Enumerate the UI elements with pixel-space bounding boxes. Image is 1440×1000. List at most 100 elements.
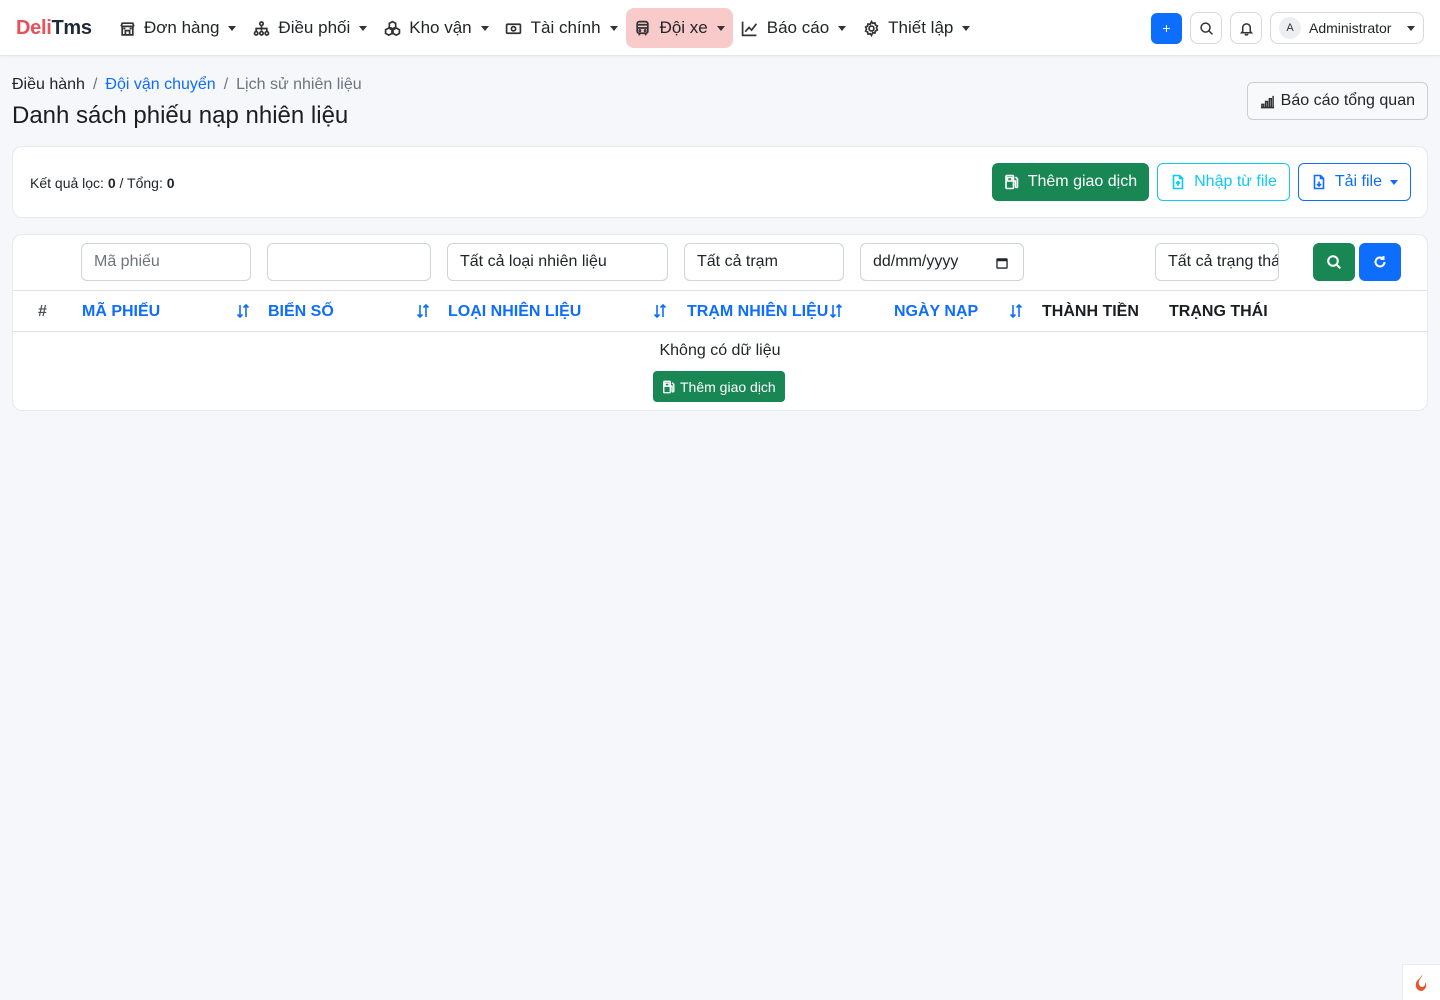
search-icon: [1327, 255, 1342, 270]
date-filter-input[interactable]: dd/mm/yyyy: [860, 243, 1024, 281]
filter-search-button[interactable]: [1313, 243, 1355, 281]
nav-item-orders[interactable]: Đơn hàng: [110, 8, 244, 48]
chevron-down-icon: [228, 25, 237, 31]
nav-item-finance[interactable]: Tài chính: [497, 8, 626, 48]
plate-filter-input[interactable]: [267, 243, 431, 281]
col-plate-header[interactable]: BIỂN SỐ: [268, 302, 334, 322]
download-file-label: Tải file: [1334, 173, 1382, 190]
sort-icon[interactable]: [828, 303, 844, 319]
nav-item-label: Tài chính: [530, 18, 601, 37]
breadcrumb-separator: /: [92, 76, 98, 93]
add-transaction-label: Thêm giao dịch: [1027, 173, 1138, 190]
debug-toolbar-toggle[interactable]: [1402, 964, 1440, 1000]
nav-item-settings[interactable]: Thiết lập: [854, 8, 978, 48]
flame-icon: [1415, 973, 1426, 991]
station-filter-select[interactable]: Tất cả trạm: [684, 243, 844, 281]
sort-icon[interactable]: [235, 303, 251, 319]
cash-icon: [505, 19, 523, 37]
gear-icon: [862, 19, 880, 37]
total-label: Tổng:: [127, 175, 163, 191]
overview-report-button[interactable]: Báo cáo tổng quan: [1246, 82, 1428, 120]
col-code-header[interactable]: MÃ PHIẾU: [82, 302, 160, 322]
col-station-header[interactable]: TRẠM NHIÊN LIỆU: [687, 302, 828, 322]
sort-icon[interactable]: [1008, 303, 1024, 319]
empty-state-text: Không có dữ liệu: [659, 342, 781, 359]
col-amount-header: THÀNH TIỀN: [1042, 303, 1139, 320]
brand-part-2: Tms: [51, 17, 92, 39]
import-file-label: Nhập từ file: [1194, 173, 1277, 190]
col-date-header[interactable]: NGÀY NẠP: [894, 302, 978, 322]
summary-divider: /: [119, 175, 124, 191]
page-title: Danh sách phiếu nạp nhiên liệu: [12, 102, 349, 129]
brand-logo[interactable]: DeliTms: [16, 16, 92, 40]
bell-icon: [1239, 22, 1253, 36]
bar-chart-icon: [1260, 95, 1274, 108]
empty-add-transaction-label: Thêm giao dịch: [680, 378, 776, 395]
nav-item-label: Đội xe: [659, 18, 708, 37]
notifications-button[interactable]: [1230, 12, 1262, 44]
nav-item-warehouse[interactable]: Kho vận: [375, 8, 496, 48]
chevron-down-icon: [359, 25, 368, 31]
file-upload-icon: [1172, 174, 1184, 190]
filtered-count: 0: [107, 175, 116, 191]
breadcrumb-root: Điều hành: [12, 76, 85, 93]
nav-item-label: Kho vận: [409, 18, 472, 37]
bus-icon: [634, 19, 652, 37]
chevron-down-icon: [1407, 25, 1415, 31]
main-nav: Đơn hàng Điều phối Kho vận Tài chính Đội…: [110, 8, 978, 48]
refresh-icon: [1374, 256, 1386, 268]
user-name: Administrator: [1309, 20, 1392, 36]
nav-item-dispatch[interactable]: Điều phối: [244, 8, 375, 48]
boxes-icon: [383, 19, 401, 37]
date-placeholder: dd/mm/yyyy: [873, 253, 959, 270]
store-icon: [118, 19, 136, 37]
filter-reset-button[interactable]: [1359, 243, 1401, 281]
fuel-table-card: Mã phiếu Tất cả loại nhiên liệu Tất cả t…: [12, 234, 1428, 411]
overview-report-label: Báo cáo tổng quan: [1280, 92, 1415, 109]
breadcrumb: Điều hành / Đội vận chuyển / Lịch sử nhi…: [12, 75, 362, 95]
brand-part-1: Deli: [16, 17, 52, 39]
table-header-row: # MÃ PHIẾU BIỂN SỐ LOẠI NHIÊN LIỆU TRẠM …: [13, 291, 1427, 332]
nav-item-fleet[interactable]: Đội xe: [625, 8, 733, 48]
nav-item-label: Điều phối: [278, 18, 351, 37]
nav-item-reports[interactable]: Báo cáo: [733, 8, 854, 48]
global-search-button[interactable]: [1190, 12, 1222, 44]
empty-add-transaction-button[interactable]: Thêm giao dịch: [653, 371, 785, 402]
code-filter-input[interactable]: Mã phiếu: [81, 243, 251, 281]
col-index-header: #: [38, 303, 47, 320]
nav-item-label: Thiết lập: [888, 18, 954, 37]
chart-line-icon: [741, 19, 759, 37]
chevron-down-icon: [716, 25, 725, 31]
chevron-down-icon: [1390, 179, 1398, 185]
nav-right-tools: + A Administrator: [1151, 12, 1424, 44]
download-file-button[interactable]: Tải file: [1297, 163, 1411, 201]
breadcrumb-parent-link[interactable]: Đội vận chuyển: [105, 75, 215, 95]
search-icon: [1199, 21, 1213, 35]
fuel-pump-icon: [663, 380, 675, 393]
nav-item-label: Báo cáo: [766, 18, 830, 37]
quick-add-button[interactable]: +: [1151, 12, 1182, 44]
chevron-down-icon: [609, 25, 618, 31]
summary-card: Kết quả lọc: 0 / Tổng: 0 Thêm giao dịch …: [12, 146, 1428, 218]
chevron-down-icon: [838, 25, 847, 31]
user-menu-button[interactable]: A Administrator: [1270, 12, 1424, 44]
chevron-down-icon: [480, 25, 489, 31]
filter-row: Mã phiếu Tất cả loại nhiên liệu Tất cả t…: [13, 235, 1427, 291]
summary-actions: Thêm giao dịch Nhập từ file Tải file: [984, 163, 1411, 201]
breadcrumb-current: Lịch sử nhiên liệu: [236, 76, 362, 93]
fuel-type-filter-select[interactable]: Tất cả loại nhiên liệu: [447, 243, 668, 281]
total-count: 0: [166, 175, 175, 191]
sort-icon[interactable]: [415, 303, 431, 319]
status-filter-select[interactable]: Tất cả trạng thái: [1155, 243, 1279, 281]
filter-result-summary: Kết quả lọc: 0 / Tổng: 0: [30, 175, 175, 191]
file-download-icon: [1313, 174, 1325, 190]
sort-icon[interactable]: [652, 303, 668, 319]
chevron-down-icon: [962, 25, 971, 31]
add-transaction-button[interactable]: Thêm giao dịch: [991, 163, 1150, 201]
hierarchy-icon: [252, 19, 270, 37]
calendar-icon[interactable]: [995, 256, 1009, 270]
breadcrumb-separator: /: [223, 76, 229, 93]
col-fuel-type-header[interactable]: LOẠI NHIÊN LIỆU: [448, 302, 581, 322]
import-file-button[interactable]: Nhập từ file: [1157, 163, 1290, 201]
fuel-pump-icon: [1004, 174, 1019, 190]
